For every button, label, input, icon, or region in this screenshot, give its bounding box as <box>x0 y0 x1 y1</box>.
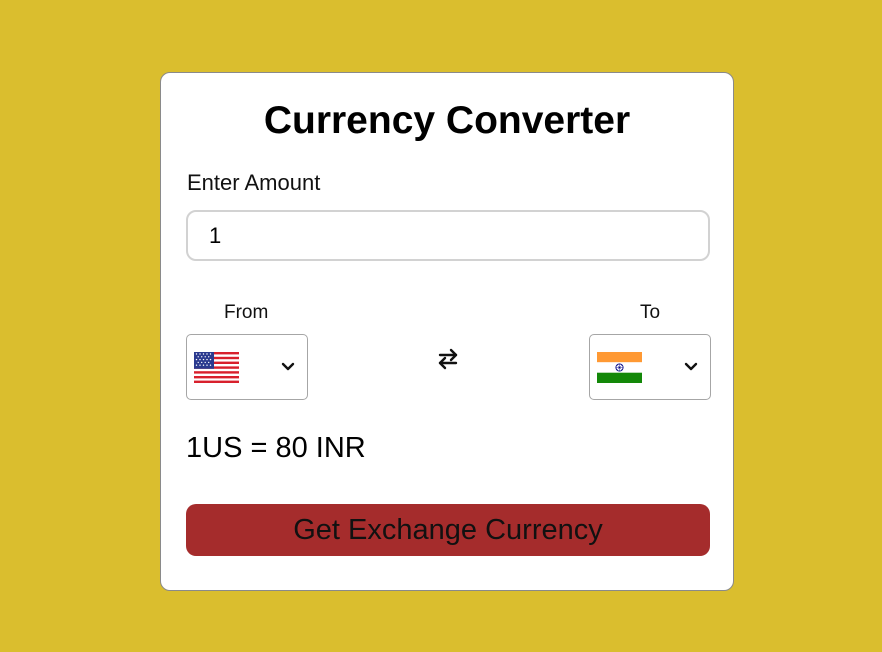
us-flag-icon <box>194 352 239 383</box>
converter-card: Currency Converter Enter Amount From To <box>160 72 734 591</box>
amount-label: Enter Amount <box>187 170 321 195</box>
chevron-down-icon <box>684 362 698 371</box>
swap-arrows-icon[interactable] <box>437 347 459 371</box>
exchange-rate-text: 1US = 80 INR <box>186 432 366 464</box>
india-flag-icon <box>597 352 642 383</box>
chevron-down-icon <box>281 362 295 371</box>
to-label: To <box>640 302 661 323</box>
amount-input[interactable] <box>186 210 710 261</box>
to-currency-select[interactable] <box>589 334 711 400</box>
get-exchange-button[interactable]: Get Exchange Currency <box>186 504 710 556</box>
page-title: Currency Converter <box>263 99 631 142</box>
from-currency-select[interactable] <box>186 334 308 400</box>
from-label: From <box>224 302 269 323</box>
